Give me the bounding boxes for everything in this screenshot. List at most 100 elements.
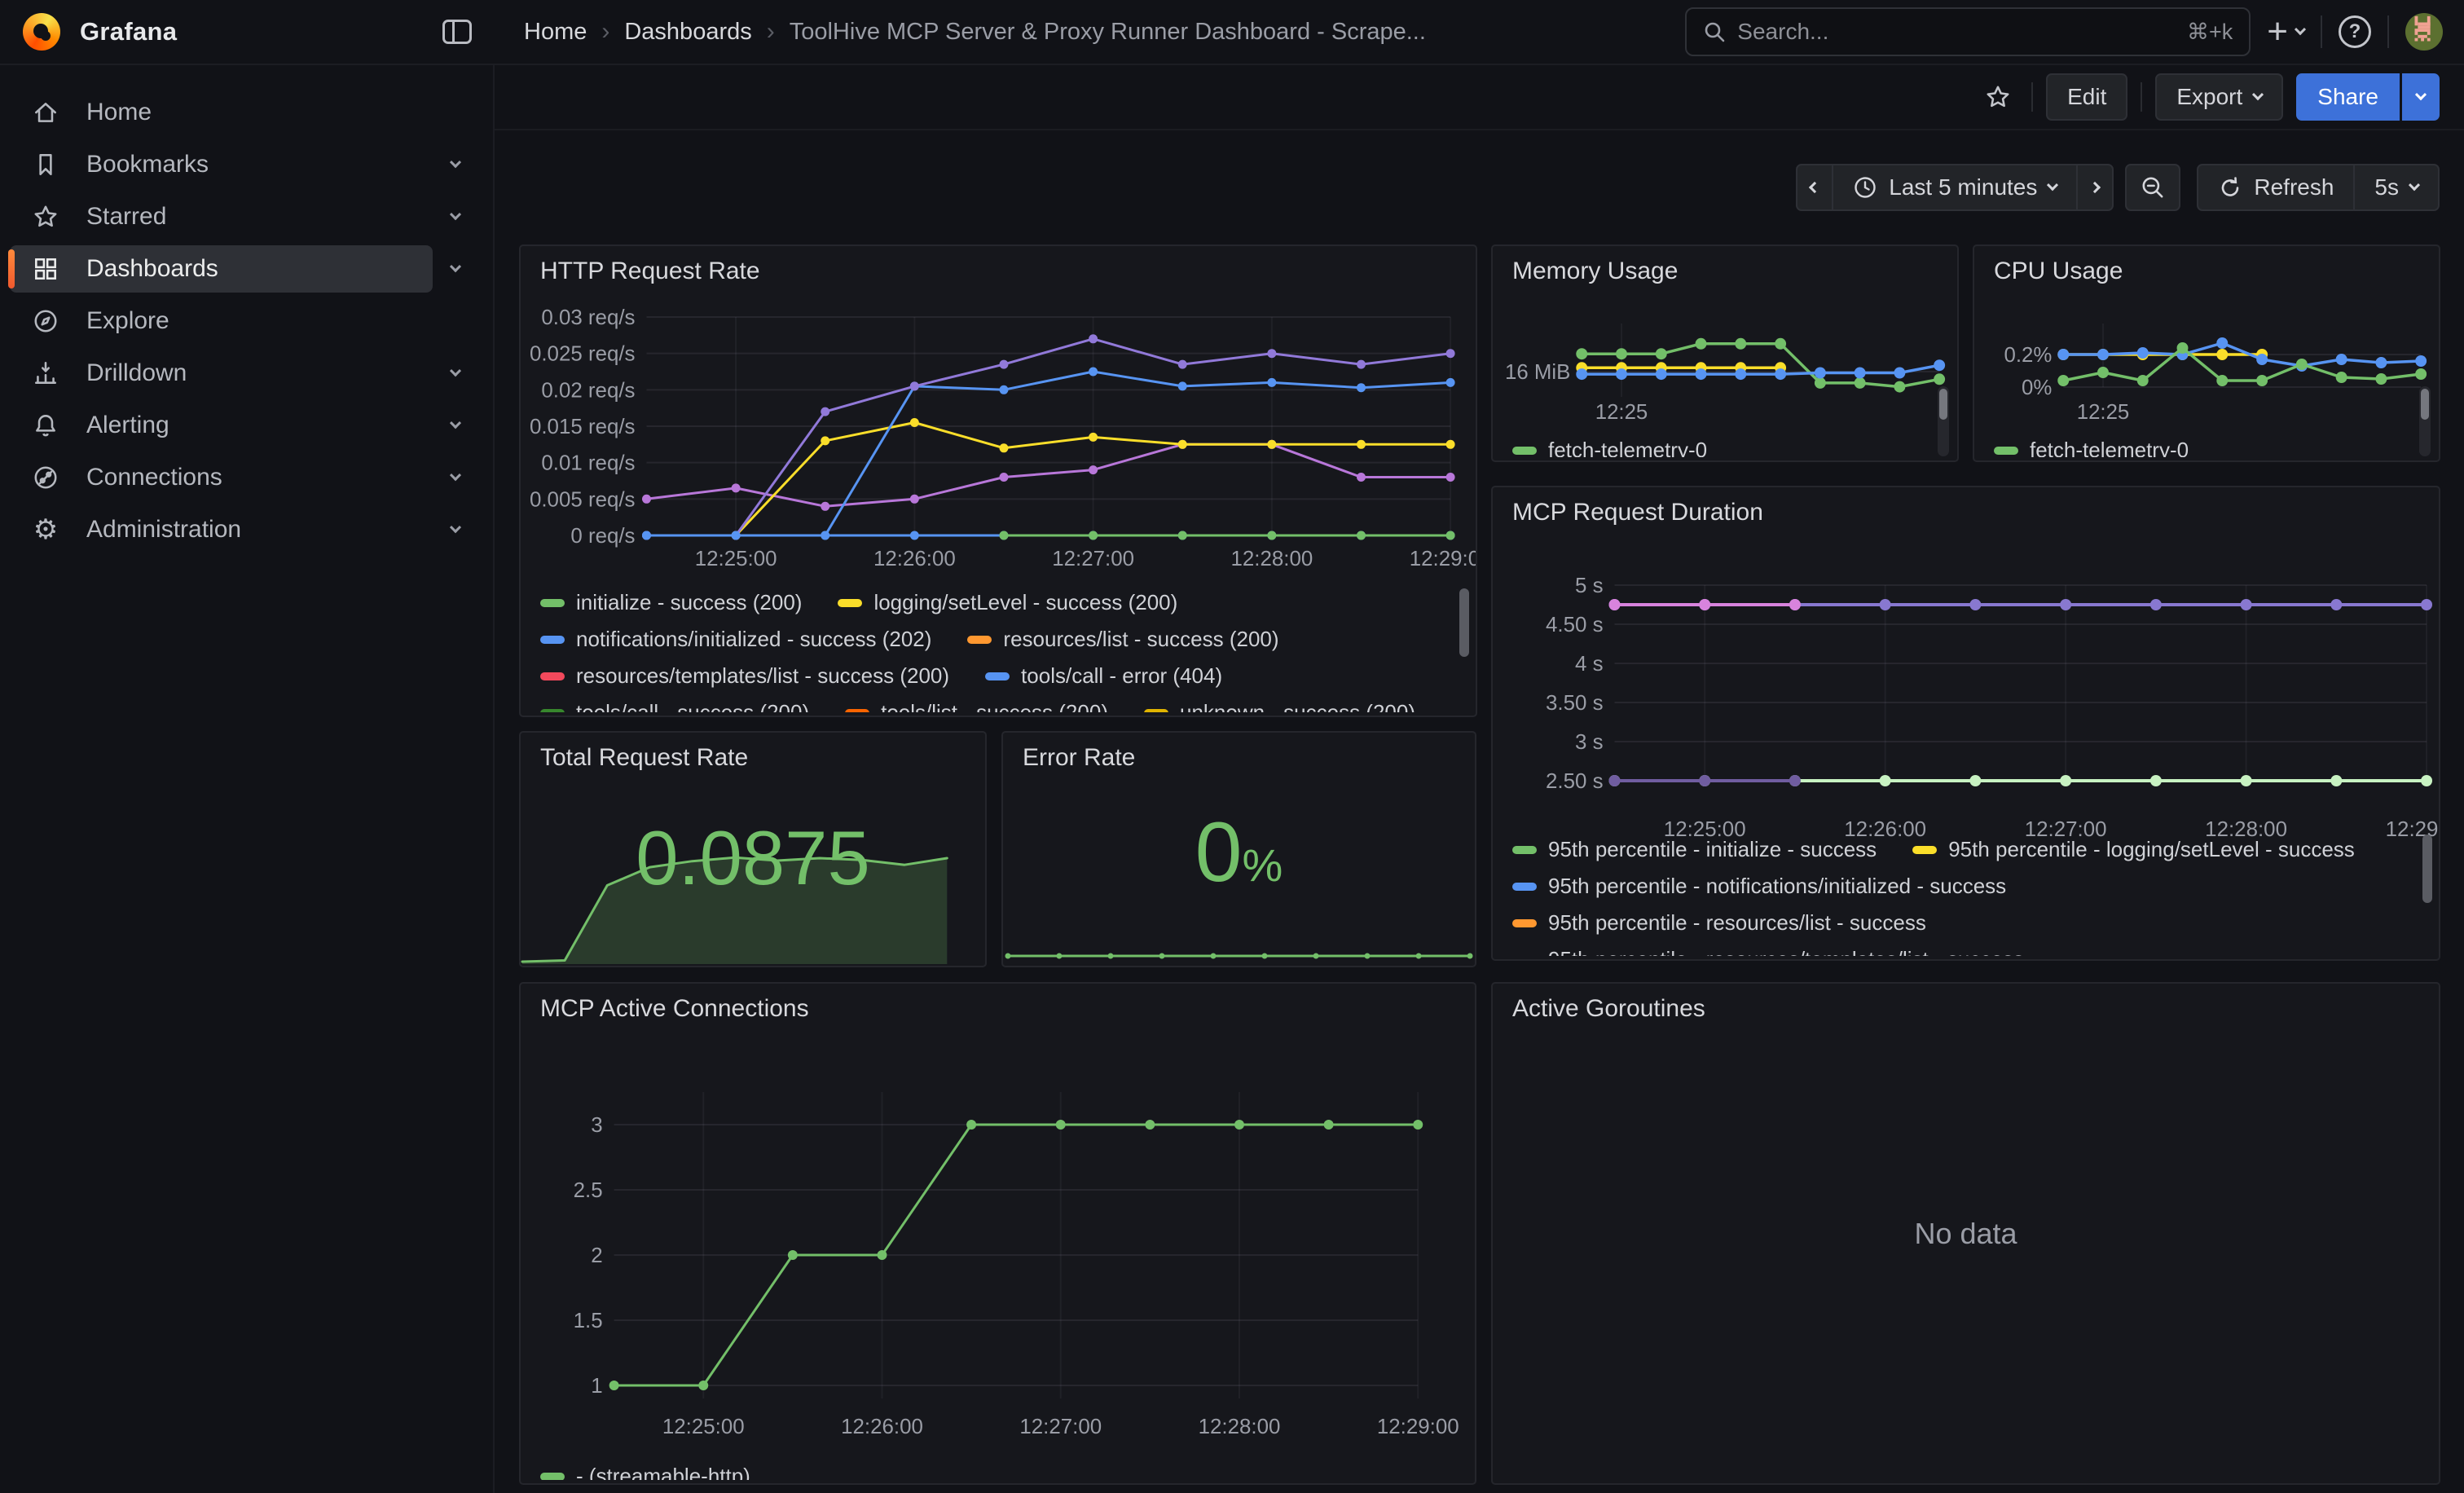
svg-text:0.015 req/s: 0.015 req/s <box>530 416 636 438</box>
add-new-button[interactable]: + <box>2267 15 2304 48</box>
expand-chevron[interactable] <box>433 161 478 169</box>
cpu-usage-chart[interactable]: 0.2%0%12:25 <box>1974 287 2439 438</box>
breadcrumb: Home › Dashboards › ToolHive MCP Server … <box>524 18 1426 46</box>
legend-scrollbar[interactable] <box>1459 588 1469 657</box>
breadcrumb-dashboards[interactable]: Dashboards <box>624 19 751 46</box>
sidebar-item-connections[interactable]: Connections <box>0 451 493 504</box>
refresh-interval-dropdown[interactable]: 5s <box>2353 164 2440 211</box>
svg-text:12:25:00: 12:25:00 <box>662 1416 745 1438</box>
legend-item[interactable]: 95th percentile - notifications/initiali… <box>1512 874 2006 899</box>
mcp-active-connections-chart[interactable]: 32.521.5112:25:0012:26:0012:27:0012:28:0… <box>521 1033 1475 1456</box>
panel-title[interactable]: CPU Usage <box>1994 258 2123 285</box>
grafana-logo-icon[interactable] <box>23 13 60 51</box>
svg-text:12:28:00: 12:28:00 <box>1199 1416 1281 1438</box>
expand-chevron[interactable] <box>433 526 478 534</box>
divider <box>2321 15 2322 48</box>
legend-item[interactable]: resources/templates/list - success (200) <box>540 663 949 689</box>
help-button[interactable]: ? <box>2339 15 2371 48</box>
time-shift-forward-button[interactable] <box>2076 164 2114 211</box>
legend-item[interactable]: 95th percentile - initialize - success <box>1512 837 1877 862</box>
panel-title[interactable]: Error Rate <box>1023 744 1135 772</box>
legend-scrollbar[interactable] <box>2422 835 2432 903</box>
edit-button[interactable]: Edit <box>2046 73 2127 121</box>
share-dropdown-button[interactable] <box>2402 73 2440 121</box>
legend-item[interactable]: tools/list - success (200) <box>845 700 1108 712</box>
cpu-legend: fetch-telemetry-0 <box>1994 432 2403 457</box>
http-request-rate-chart[interactable]: 0 req/s0.005 req/s0.01 req/s0.015 req/s0… <box>521 295 1476 629</box>
expand-chevron[interactable] <box>433 213 478 221</box>
user-avatar[interactable] <box>2405 13 2443 51</box>
dashboard-canvas: HTTP Request Rate 0 req/s0.005 req/s0.01… <box>495 244 2464 1493</box>
expand-chevron[interactable] <box>433 265 478 273</box>
legend-item[interactable]: fetch-telemetry-0 <box>1994 438 2189 457</box>
svg-text:3: 3 <box>591 1114 602 1137</box>
time-shift-back-button[interactable] <box>1796 164 1833 211</box>
sidebar-item-home[interactable]: Home <box>0 86 493 139</box>
panel-title[interactable]: Total Request Rate <box>540 744 748 772</box>
legend-item[interactable]: - (streamable-http) <box>540 1464 750 1480</box>
legend-item[interactable]: tools/call - error (404) <box>985 663 1222 689</box>
http-legend: initialize - success (200) logging/setLe… <box>540 584 1440 712</box>
svg-text:0.02 req/s: 0.02 req/s <box>541 379 635 402</box>
legend-item[interactable]: initialize - success (200) <box>540 590 802 615</box>
no-data-message: No data <box>1493 984 2439 1483</box>
svg-text:2.5: 2.5 <box>574 1179 603 1202</box>
legend-scrollbar[interactable] <box>2419 386 2431 456</box>
svg-text:3 s: 3 s <box>1575 731 1604 754</box>
legend-item[interactable]: 95th percentile - resources/list - succe… <box>1512 910 1926 936</box>
body-row: Home Bookmarks Starred <box>0 65 2464 1493</box>
expand-chevron[interactable] <box>433 421 478 429</box>
panel-title[interactable]: Memory Usage <box>1512 258 1678 285</box>
chevron-down-icon <box>2415 89 2427 100</box>
memory-usage-chart[interactable]: 16 MiB12:25 <box>1493 287 1957 438</box>
legend-item[interactable]: 95th percentile - resources/templates/li… <box>1512 947 2024 956</box>
legend-item[interactable]: resources/list - success (200) <box>967 627 1278 652</box>
share-button[interactable]: Share <box>2296 73 2400 121</box>
svg-text:12:25: 12:25 <box>2077 401 2130 424</box>
zoom-out-button[interactable] <box>2125 164 2180 211</box>
sidebar-nav: Home Bookmarks Starred <box>0 86 493 556</box>
panel-title[interactable]: MCP Request Duration <box>1512 499 1763 526</box>
legend-color-chip <box>540 599 565 607</box>
memory-legend: fetch-telemetry-0 <box>1512 432 1921 457</box>
sidebar-item-drilldown[interactable]: Drilldown <box>0 347 493 399</box>
expand-chevron[interactable] <box>433 369 478 377</box>
sidebar-item-alerting[interactable]: Alerting <box>0 399 493 451</box>
legend-item[interactable]: notifications/initialized - success (202… <box>540 627 931 652</box>
sidebar-item-dashboards[interactable]: Dashboards <box>0 243 493 295</box>
favorite-star-button[interactable] <box>1978 73 2018 121</box>
legend-item[interactable]: fetch-telemetry-0 <box>1512 438 1707 457</box>
legend-item[interactable]: logging/setLevel - success (200) <box>838 590 1177 615</box>
legend-color-chip <box>1512 846 1537 854</box>
dock-sidebar-button[interactable] <box>436 11 478 53</box>
star-icon <box>29 203 62 231</box>
expand-chevron[interactable] <box>433 473 478 482</box>
sidebar-item-bookmarks[interactable]: Bookmarks <box>0 139 493 191</box>
legend-item[interactable]: 95th percentile - logging/setLevel - suc… <box>1912 837 2355 862</box>
sidebar-item-administration[interactable]: ⚙ Administration <box>0 504 493 556</box>
stat-unit: % <box>1243 839 1283 891</box>
duration-legend: 95th percentile - initialize - success 9… <box>1512 831 2403 956</box>
search-icon <box>1703 20 1726 43</box>
time-range-picker[interactable]: Last 5 minutes <box>1832 164 2078 211</box>
zoom-out-icon <box>2140 174 2166 200</box>
legend-scrollbar[interactable] <box>1938 386 1949 456</box>
refresh-button[interactable]: Refresh <box>2197 164 2355 211</box>
legend-color-chip <box>540 709 565 713</box>
sidebar-item-starred[interactable]: Starred <box>0 191 493 243</box>
refresh-group: Refresh 5s <box>2197 164 2440 211</box>
export-button[interactable]: Export <box>2155 73 2283 121</box>
search-input[interactable]: Search... ⌘+k <box>1685 7 2251 56</box>
panel-title[interactable]: HTTP Request Rate <box>540 258 760 285</box>
legend-item[interactable]: tools/call - success (200) <box>540 700 809 712</box>
legend-item[interactable]: unknown - success (200) <box>1144 700 1415 712</box>
sidebar-item-explore[interactable]: Explore <box>0 295 493 347</box>
breadcrumb-home[interactable]: Home <box>524 19 587 46</box>
brand-title: Grafana <box>80 17 177 46</box>
divider <box>2141 82 2142 112</box>
svg-text:12:26:00: 12:26:00 <box>873 548 956 570</box>
top-nav: Grafana Home › Dashboards › ToolHive MCP… <box>0 0 2464 65</box>
legend-color-chip <box>967 636 992 644</box>
panel-title[interactable]: MCP Active Connections <box>540 995 809 1023</box>
error-rate-sparkline[interactable] <box>1003 931 1475 964</box>
